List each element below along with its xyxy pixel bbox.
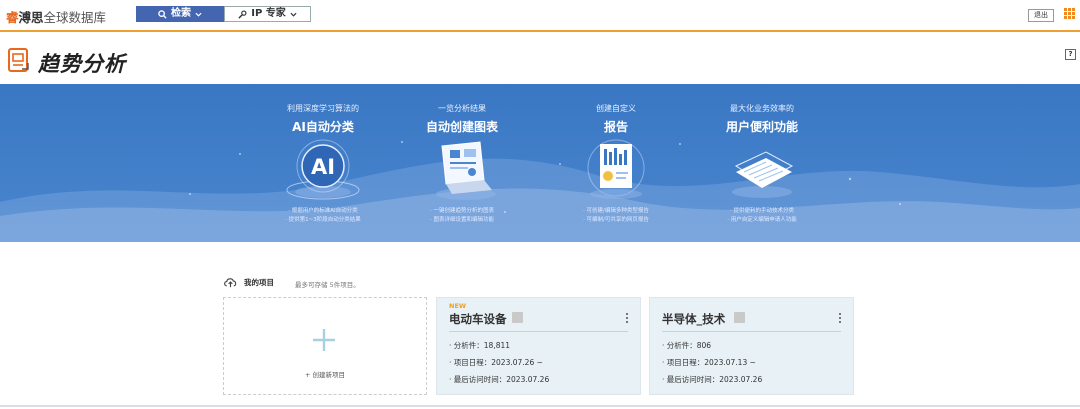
- page-bottom-border: [0, 405, 1080, 407]
- project-last-visit: · 最后访问时间：2023.07.26: [662, 375, 763, 384]
- feature-title: 自动创建图表: [425, 120, 498, 134]
- app-grid-icon[interactable]: [1064, 8, 1075, 19]
- project-name[interactable]: 半导体_技术: [662, 311, 725, 327]
- more-options-icon[interactable]: [626, 313, 628, 325]
- edit-icon[interactable]: [734, 312, 745, 323]
- create-project-label: + 创建新项目: [304, 371, 345, 379]
- search-icon: [158, 9, 167, 19]
- top-bar: 睿溥思全球数据库 检索 IP 专家 退出: [0, 0, 1080, 32]
- wrench-icon: [238, 9, 247, 19]
- edit-icon[interactable]: [512, 312, 523, 323]
- report-document-icon: [587, 139, 645, 199]
- plus-icon: [313, 329, 335, 351]
- new-badge: NEW: [449, 302, 467, 310]
- feature-title: 用户便利功能: [725, 120, 798, 134]
- brand-subtitle: 全球数据库: [43, 10, 107, 25]
- document-stack-icon: [732, 151, 794, 198]
- feature-banner: 利用深度学习算法的 AI自动分类 AI · 根据用户的标准AI自动分类 · 提供…: [0, 84, 1080, 242]
- main-nav: 检索 IP 专家: [136, 6, 311, 22]
- projects-header: 我的项目: [223, 276, 274, 288]
- project-last-visit: · 最后访问时间：2023.07.26: [449, 375, 550, 384]
- project-count: · 分析件：18,811: [449, 341, 511, 350]
- project-schedule: · 项目日程：2023.07.13 ~: [662, 358, 756, 367]
- ip-expert-tab[interactable]: IP 专家: [224, 6, 311, 22]
- search-tab-label: 检索: [171, 8, 191, 19]
- project-card[interactable]: 半导体_技术 · 分析件：806 · 项目日程：2023.07.13 ~ · 最…: [649, 297, 854, 395]
- project-name[interactable]: 电动车设备: [449, 311, 507, 327]
- brand-logo[interactable]: 睿溥思全球数据库: [6, 7, 106, 26]
- logout-button[interactable]: 退出: [1028, 9, 1054, 22]
- feature-subtitle: 一览分析结果: [438, 104, 486, 113]
- card-divider: [662, 331, 841, 332]
- project-count: · 分析件：806: [662, 341, 712, 350]
- chevron-down-icon: [290, 12, 297, 17]
- ai-chip-icon: AI: [286, 139, 360, 200]
- projects-label: 我的项目: [244, 277, 274, 287]
- feature-bullets: · 可创建/编辑多种类型报告 · 可编制/可共享的网页报告: [583, 208, 649, 223]
- help-button[interactable]: ?: [1065, 49, 1076, 60]
- page-title: 趋势分析: [38, 52, 126, 76]
- svg-text:AI: AI: [311, 155, 335, 179]
- search-tab[interactable]: 检索: [136, 6, 224, 22]
- ip-expert-tab-label: IP 专家: [251, 8, 286, 19]
- feature-bullets: · 提供便利的手动技术分类 · 用户自定义编辑申请人功能: [727, 208, 797, 223]
- feature-title: 报告: [603, 120, 628, 134]
- create-project-card[interactable]: + 创建新项目: [223, 297, 427, 395]
- feature-subtitle: 创建自定义: [596, 104, 636, 113]
- projects-limit-note: 最多可存储 5件项目。: [295, 281, 360, 289]
- brand-mark: 睿: [6, 10, 19, 25]
- laptop-chart-icon: [436, 141, 496, 200]
- brand-name: 溥思: [18, 10, 44, 25]
- feature-subtitle: 最大化业务效率的: [730, 104, 794, 113]
- feature-bullets: · 一键创建趋势分析的图表 · 图表详细设置和编辑功能: [430, 208, 494, 223]
- cloud-upload-icon: [224, 278, 237, 288]
- project-schedule: · 项目日程：2023.07.26 ~: [449, 358, 543, 367]
- chevron-down-icon: [195, 12, 202, 17]
- project-card[interactable]: NEW 电动车设备 · 分析件：18,811 · 项目日程：2023.07.26…: [436, 297, 641, 395]
- card-divider: [449, 331, 628, 332]
- more-options-icon[interactable]: [839, 313, 841, 325]
- report-icon: [8, 48, 29, 72]
